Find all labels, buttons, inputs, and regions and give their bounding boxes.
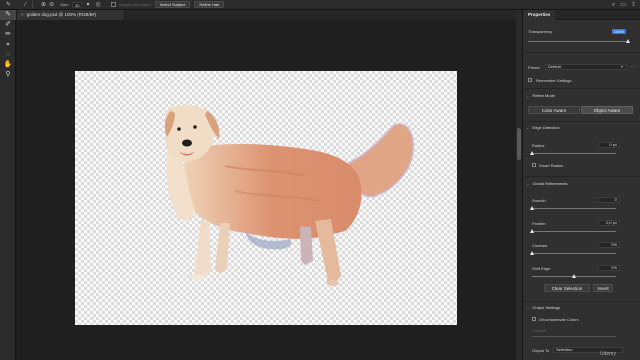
amount-slider <box>532 336 616 337</box>
smooth-label: Smooth <box>532 198 546 203</box>
smooth-input[interactable]: 0 <box>598 197 620 203</box>
lasso-icon[interactable]: ◌ <box>0 50 16 60</box>
quick-selection-icon[interactable]: ✎ <box>0 10 16 20</box>
shift-edge-slider-knob[interactable] <box>572 274 576 278</box>
properties-panel: Properties Transparency 100% Preset Defa… <box>522 10 640 360</box>
contrast-slider-knob[interactable] <box>530 251 534 255</box>
smart-radius-checkbox[interactable] <box>532 163 536 167</box>
refine-edge-brush-icon[interactable]: ✐ <box>0 20 16 30</box>
preset-menu-icon[interactable]: ⋯ <box>631 64 636 70</box>
contrast-slider[interactable] <box>532 253 616 254</box>
divider <box>523 301 640 302</box>
divider <box>523 52 640 53</box>
chevron-down-icon: ⌄ <box>526 125 530 130</box>
size-input[interactable]: 30 <box>72 1 83 8</box>
chevron-down-icon: ⌄ <box>526 181 530 186</box>
preset-value: Default <box>548 64 561 69</box>
feather-input[interactable]: 0,0 px <box>598 220 620 226</box>
refine-mode-header[interactable]: ⌄ Refine Mode <box>526 92 637 100</box>
remember-settings-label: Remember Settings <box>536 78 572 83</box>
radius-input[interactable]: 0 px <box>598 142 620 148</box>
options-bar: ✎ ⁄ ⊕ ⊖ Size: 30 ▾ ◎ Sample All Layers S… <box>0 0 640 10</box>
add-to-selection-icon[interactable]: ⊕ <box>41 0 46 10</box>
divider <box>523 88 640 89</box>
chevron-down-icon: ▾ <box>621 64 624 69</box>
output-settings-title: Output Settings <box>532 305 560 310</box>
radius-slider-knob[interactable] <box>530 151 534 155</box>
zoom-icon[interactable]: ⚲ <box>0 70 16 80</box>
pressure-icon[interactable]: ◎ <box>95 0 100 10</box>
select-subject-button[interactable]: Select Subject <box>154 1 191 8</box>
shift-edge-input[interactable]: 0% <box>598 265 620 271</box>
edge-detection-header[interactable]: ⌄ Edge Detection <box>526 124 637 132</box>
transparency-value[interactable]: 100% <box>611 29 626 34</box>
layout-icon[interactable]: ▭ <box>620 0 626 10</box>
radius-label: Radius <box>532 143 545 148</box>
transparency-slider-knob[interactable] <box>626 39 630 43</box>
smooth-slider-knob[interactable] <box>530 206 534 210</box>
subtract-from-selection-icon[interactable]: ⊖ <box>49 0 54 10</box>
remember-settings-checkbox[interactable] <box>528 78 532 82</box>
document-tab[interactable]: × golden dog.psd @ 100% (RGB/8#) <box>17 10 125 20</box>
tools-panel: ✎ ✐ ✏ ⌖ ◌ ✋ ⚲ <box>0 10 16 360</box>
output-to-value: Selection <box>556 347 573 352</box>
canvas-area[interactable] <box>17 20 516 360</box>
share-icon[interactable]: ⇪ <box>631 0 636 10</box>
transparency-slider[interactable] <box>528 41 628 42</box>
divider <box>523 176 640 177</box>
global-refinements-header[interactable]: ⌄ Global Refinements <box>526 180 637 188</box>
search-icon[interactable]: ⌕ <box>612 0 615 10</box>
transparency-label: Transparency <box>528 29 553 34</box>
brush-icon[interactable]: ✏ <box>0 30 16 40</box>
transparent-canvas[interactable] <box>75 71 457 325</box>
dog-image <box>164 105 414 286</box>
feather-slider[interactable] <box>532 231 616 232</box>
color-aware-button[interactable]: Color Aware <box>528 106 580 114</box>
refine-hair-button[interactable]: Refine Hair <box>194 1 225 8</box>
decontaminate-colors-checkbox[interactable] <box>532 317 536 321</box>
watermark: Udemy <box>600 351 616 357</box>
brush-preset-icon[interactable]: ⁄ <box>25 0 26 10</box>
contrast-label: Contrast <box>532 243 548 248</box>
document-window: × golden dog.psd @ 100% (RGB/8#) <box>17 10 516 360</box>
decontaminate-colors-label: Decontaminate Colors <box>539 317 579 322</box>
radius-slider[interactable] <box>532 153 616 154</box>
output-to-label: Output To <box>532 348 550 353</box>
divider <box>523 121 640 122</box>
feather-label: Feather <box>532 221 546 226</box>
feather-slider-knob[interactable] <box>530 229 534 233</box>
global-refinements-title: Global Refinements <box>532 181 568 186</box>
scrollbar-thumb[interactable] <box>517 128 521 160</box>
document-title: golden dog.psd @ 100% (RGB/8#) <box>26 12 97 17</box>
refine-mode-title: Refine Mode <box>532 93 556 98</box>
tab-properties[interactable]: Properties <box>523 10 556 20</box>
sample-all-layers-label: Sample All Layers <box>118 2 151 7</box>
smart-radius-label: Smart Radius <box>539 163 564 168</box>
clear-selection-button[interactable]: Clear Selection <box>544 284 590 292</box>
output-settings-header[interactable]: ⌄ Output Settings <box>526 304 637 312</box>
brush-settings-icon[interactable]: ▾ <box>86 0 89 10</box>
preset-dropdown[interactable]: Default <box>545 64 627 70</box>
chevron-down-icon: ⌄ <box>526 93 530 98</box>
divider <box>32 1 34 8</box>
panel-tabbar: Properties <box>523 10 640 20</box>
shift-edge-label: Shift Edge <box>532 266 551 271</box>
object-selection-icon[interactable]: ⌖ <box>0 40 16 50</box>
close-icon[interactable]: × <box>21 12 24 17</box>
sample-all-layers-checkbox[interactable] <box>110 2 116 7</box>
invert-button[interactable]: Invert <box>593 284 613 292</box>
preset-label: Preset <box>528 65 540 70</box>
chevron-down-icon: ⌄ <box>526 305 530 310</box>
object-aware-button[interactable]: Object Aware <box>581 106 633 114</box>
edge-detection-title: Edge Detection <box>532 125 560 130</box>
amount-label: Amount <box>532 328 546 333</box>
contrast-input[interactable]: 0% <box>598 242 620 248</box>
size-label: Size: <box>60 2 70 7</box>
quick-selection-icon[interactable]: ✎ <box>6 0 11 10</box>
window-controls: ⌕ ▭ ⇪ <box>612 0 636 10</box>
hand-icon[interactable]: ✋ <box>0 60 16 70</box>
smooth-slider[interactable] <box>532 208 616 209</box>
